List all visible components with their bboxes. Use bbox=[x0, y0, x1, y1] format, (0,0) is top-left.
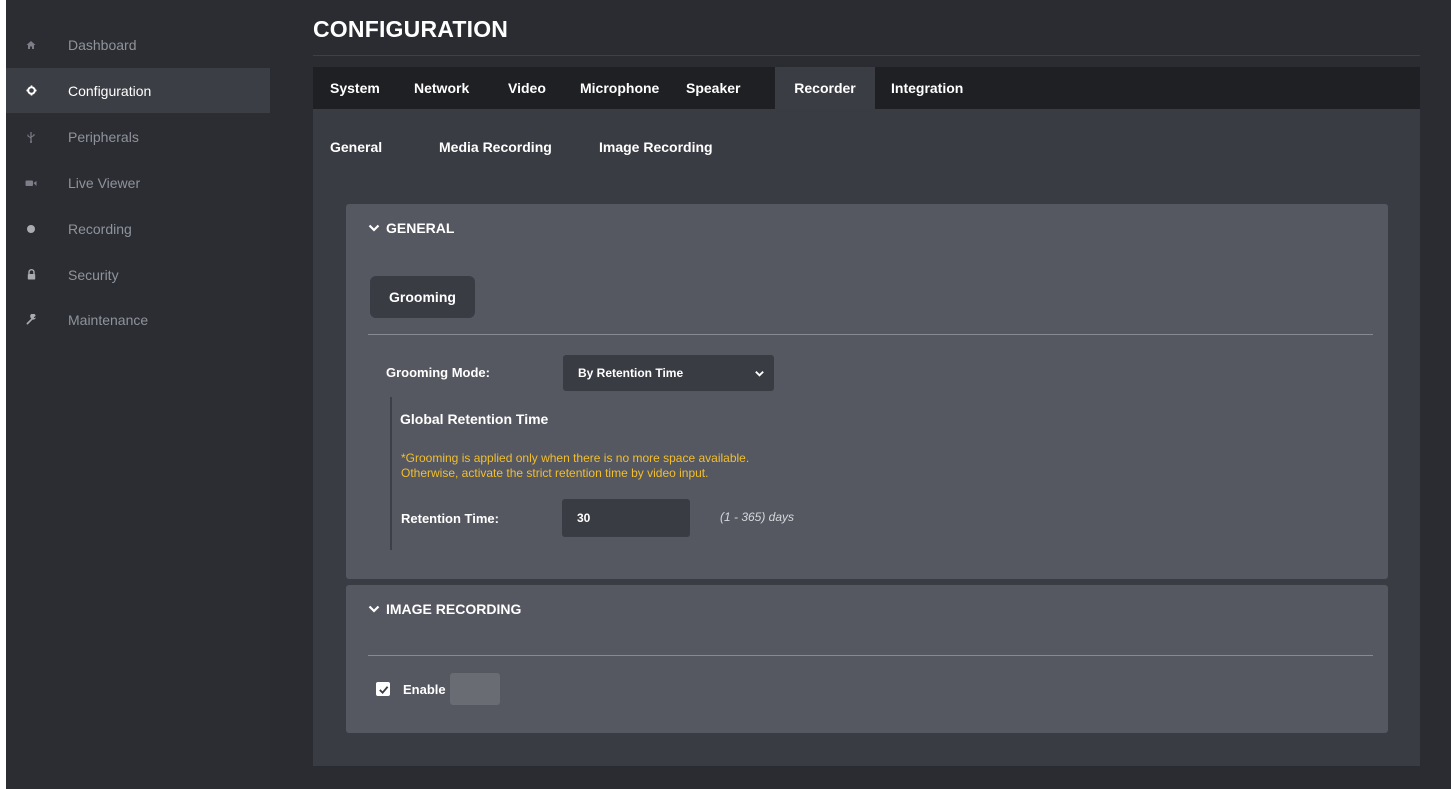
sidebar-item-label: Dashboard bbox=[68, 36, 137, 53]
sidebar-item-dashboard[interactable]: Dashboard bbox=[6, 22, 270, 67]
sidebar-item-label: Security bbox=[68, 266, 119, 283]
sidebar: Dashboard Configuration Peripherals Live… bbox=[6, 0, 270, 789]
retention-range-hint: (1 - 365) days bbox=[720, 510, 795, 524]
divider bbox=[368, 334, 1373, 335]
gear-icon bbox=[24, 84, 38, 98]
enable-label: Enable bbox=[403, 682, 446, 697]
record-dot-icon bbox=[24, 222, 38, 236]
grooming-button[interactable]: Grooming bbox=[370, 276, 475, 318]
page-title: CONFIGURATION bbox=[313, 16, 509, 42]
chevron-down-icon bbox=[368, 224, 380, 232]
sidebar-item-maintenance[interactable]: Maintenance bbox=[6, 297, 270, 342]
main-content: CONFIGURATION System Network Video Micro… bbox=[270, 0, 1451, 789]
tab-network[interactable]: Network bbox=[414, 67, 469, 109]
grooming-mode-value: By Retention Time bbox=[578, 366, 684, 380]
redacted-area bbox=[450, 673, 500, 705]
sidebar-item-label: Configuration bbox=[68, 82, 152, 99]
tab-speaker[interactable]: Speaker bbox=[686, 67, 740, 109]
tab-bar: System Network Video Microphone Speaker … bbox=[313, 67, 1420, 109]
enable-checkbox[interactable] bbox=[376, 682, 390, 696]
chevron-down-icon bbox=[368, 605, 380, 613]
general-section-header[interactable]: GENERAL bbox=[368, 220, 454, 236]
section-title: IMAGE RECORDING bbox=[386, 601, 522, 617]
sidebar-item-peripherals[interactable]: Peripherals bbox=[6, 114, 270, 159]
subtab-media-recording[interactable]: Media Recording bbox=[439, 139, 552, 155]
subtab-general[interactable]: General bbox=[330, 139, 382, 155]
sidebar-item-security[interactable]: Security bbox=[6, 252, 270, 297]
image-recording-section: IMAGE RECORDING Enable bbox=[346, 585, 1388, 733]
tab-integration[interactable]: Integration bbox=[891, 67, 963, 109]
video-camera-icon bbox=[24, 176, 38, 190]
sidebar-item-label: Peripherals bbox=[68, 128, 139, 145]
home-icon bbox=[24, 38, 38, 52]
chevron-down-icon bbox=[755, 371, 764, 377]
tab-video[interactable]: Video bbox=[508, 67, 546, 109]
retention-time-label: Retention Time: bbox=[401, 511, 499, 526]
tab-microphone[interactable]: Microphone bbox=[580, 67, 659, 109]
divider bbox=[313, 55, 1420, 56]
settings-panel: General Media Recording Image Recording … bbox=[313, 109, 1420, 766]
indent-bar bbox=[390, 397, 392, 550]
checkmark-icon bbox=[378, 685, 388, 694]
sidebar-item-configuration[interactable]: Configuration bbox=[6, 68, 270, 113]
sidebar-item-live-viewer[interactable]: Live Viewer bbox=[6, 160, 270, 205]
general-section: GENERAL Grooming Grooming Mode: By Reten… bbox=[346, 204, 1388, 579]
sidebar-item-label: Maintenance bbox=[68, 311, 149, 328]
grooming-mode-label: Grooming Mode: bbox=[386, 365, 490, 380]
grooming-warning-line: Otherwise, activate the strict retention… bbox=[401, 466, 709, 480]
grooming-mode-select[interactable]: By Retention Time bbox=[563, 355, 774, 391]
grooming-warning-line: *Grooming is applied only when there is … bbox=[401, 451, 750, 465]
retention-time-input[interactable] bbox=[562, 499, 690, 537]
subtab-image-recording[interactable]: Image Recording bbox=[599, 139, 713, 155]
tab-system[interactable]: System bbox=[330, 67, 380, 109]
sidebar-item-recording[interactable]: Recording bbox=[6, 206, 270, 251]
usb-icon bbox=[24, 130, 38, 144]
sidebar-item-label: Recording bbox=[68, 220, 132, 237]
divider bbox=[368, 655, 1373, 656]
wrench-icon bbox=[24, 313, 38, 327]
tab-recorder[interactable]: Recorder bbox=[775, 67, 875, 109]
section-title: GENERAL bbox=[386, 220, 455, 236]
sidebar-item-label: Live Viewer bbox=[68, 174, 141, 191]
lock-icon bbox=[24, 268, 38, 282]
image-recording-section-header[interactable]: IMAGE RECORDING bbox=[368, 601, 521, 617]
global-retention-title: Global Retention Time bbox=[400, 411, 549, 427]
